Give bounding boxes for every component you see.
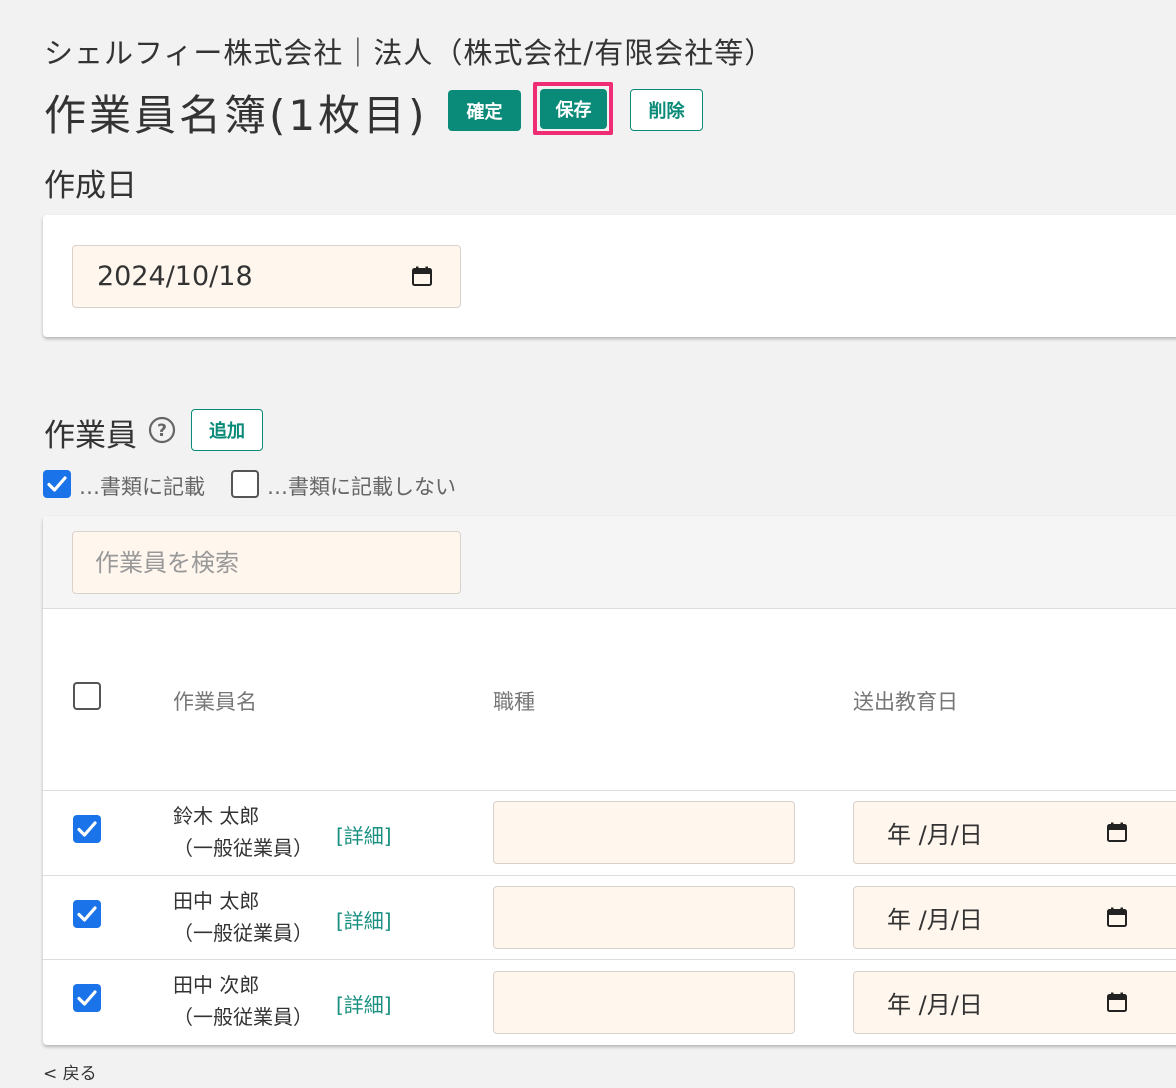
column-header-education-date: 送出教育日	[853, 690, 958, 714]
filter-exclude-checkbox[interactable]	[231, 470, 259, 498]
checkmark-icon	[47, 476, 67, 492]
worker-search-input[interactable]	[72, 531, 461, 594]
education-date-input[interactable]: 年 /月/日	[853, 886, 1176, 949]
save-button[interactable]: 保存	[540, 89, 607, 129]
job-type-input[interactable]	[493, 886, 795, 949]
confirm-button[interactable]: 確定	[448, 90, 521, 131]
select-all-checkbox[interactable]	[73, 682, 101, 710]
calendar-icon[interactable]	[1107, 907, 1127, 927]
column-header-name: 作業員名	[173, 690, 257, 714]
delete-button[interactable]: 削除	[630, 89, 703, 131]
education-date-value: 年 /月/日	[887, 906, 983, 934]
worker-role: （一般従業員）	[173, 836, 313, 860]
row-divider	[43, 959, 1176, 960]
back-link[interactable]: < 戻る	[43, 1059, 97, 1084]
education-date-input[interactable]: 年 /月/日	[853, 971, 1176, 1034]
help-icon[interactable]: ?	[148, 416, 176, 444]
creation-date-label: 作成日	[44, 168, 137, 204]
filter-include-checkbox[interactable]	[43, 470, 71, 498]
calendar-icon[interactable]	[1107, 992, 1127, 1012]
company-name: シェルフィー株式会社｜法人（株式会社/有限会社等）	[44, 36, 775, 70]
calendar-icon[interactable]	[412, 266, 432, 286]
education-date-value: 年 /月/日	[887, 991, 983, 1019]
worker-role: （一般従業員）	[173, 1005, 313, 1029]
column-header-job: 職種	[493, 690, 535, 714]
creation-date-value: 2024/10/18	[97, 261, 253, 292]
education-date-value: 年 /月/日	[887, 821, 983, 849]
job-type-input[interactable]	[493, 971, 795, 1034]
row-checkbox[interactable]	[73, 984, 101, 1012]
row-divider	[43, 790, 1176, 791]
education-date-input[interactable]: 年 /月/日	[853, 801, 1176, 864]
worker-detail-link[interactable]: [詳細]	[336, 905, 392, 934]
calendar-icon[interactable]	[1107, 822, 1127, 842]
page: シェルフィー株式会社｜法人（株式会社/有限会社等） 作業員名簿(1枚目) 確定 …	[0, 0, 1176, 1088]
worker-detail-link[interactable]: [詳細]	[336, 989, 392, 1018]
row-checkbox[interactable]	[73, 900, 101, 928]
checkmark-icon	[77, 821, 97, 837]
job-type-input[interactable]	[493, 801, 795, 864]
checkmark-icon	[77, 906, 97, 922]
page-title: 作業員名簿(1枚目)	[44, 91, 428, 140]
worker-name: 田中 太郎	[173, 889, 260, 913]
worker-name: 田中 次郎	[173, 973, 260, 997]
workers-section-label: 作業員	[44, 418, 137, 454]
row-divider	[43, 875, 1176, 876]
row-checkbox[interactable]	[73, 815, 101, 843]
creation-date-input[interactable]: 2024/10/18	[72, 245, 461, 308]
filter-include-label: …書類に記載	[79, 475, 205, 499]
worker-name: 鈴木 太郎	[173, 804, 260, 828]
worker-role: （一般従業員）	[173, 921, 313, 945]
filter-exclude-label: …書類に記載しない	[267, 475, 456, 499]
worker-detail-link[interactable]: [詳細]	[336, 820, 392, 849]
add-worker-button[interactable]: 追加	[191, 409, 263, 451]
checkmark-icon	[77, 990, 97, 1006]
svg-text:?: ?	[157, 421, 167, 441]
